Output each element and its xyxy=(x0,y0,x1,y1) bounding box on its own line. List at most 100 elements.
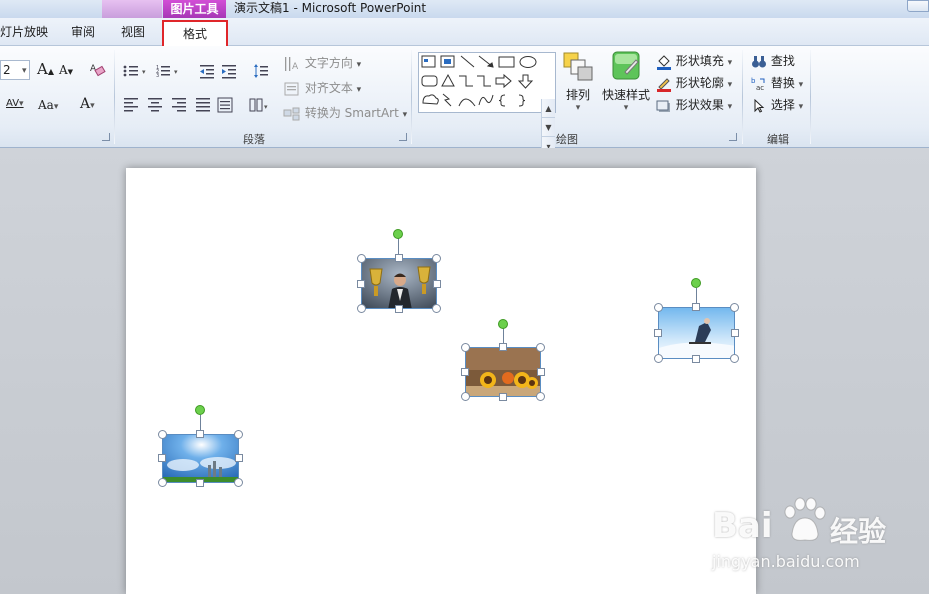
quick-styles-button[interactable]: 快速样式 ▾ xyxy=(600,50,652,118)
watermark-url: jingyan.baidu.com xyxy=(712,552,860,571)
resize-handle[interactable] xyxy=(158,478,167,487)
resize-handle[interactable] xyxy=(654,329,662,337)
picture-sunflowers[interactable] xyxy=(465,347,541,397)
text-direction-button[interactable]: A 文字方向 ▾ xyxy=(283,54,361,72)
paragraph-dialog-launcher-icon[interactable] xyxy=(399,133,407,141)
font-dialog-launcher-icon[interactable] xyxy=(102,133,110,141)
picture-trophy[interactable] xyxy=(361,258,437,309)
shrink-font-button[interactable]: A▼ xyxy=(59,63,73,77)
resize-handle[interactable] xyxy=(395,254,403,262)
resize-handle[interactable] xyxy=(536,392,545,401)
resize-handle[interactable] xyxy=(692,355,700,363)
convert-smartart-button[interactable]: 转换为 SmartArt ▾ xyxy=(283,104,407,122)
resize-handle[interactable] xyxy=(730,354,739,363)
ribbon: 2 ▾ A▲ A▼ A AV▾ Aa▾ A▾ ▾ 1 2 3 ▾ ▾ A 文字方… xyxy=(0,46,929,158)
char-spacing-button[interactable]: AV▾ xyxy=(6,98,24,109)
arrange-label: 排列 xyxy=(565,88,590,102)
resize-handle[interactable] xyxy=(731,329,739,337)
tab-view[interactable]: 视图 xyxy=(121,18,151,46)
replace-button[interactable]: b ac 替换 ▾ xyxy=(751,74,803,91)
elbow-connector-icon xyxy=(459,75,473,87)
cloud-icon xyxy=(422,94,439,105)
resize-handle[interactable] xyxy=(395,305,403,313)
tab-format[interactable]: 格式 xyxy=(162,20,228,48)
resize-handle[interactable] xyxy=(537,368,545,376)
chevron-down-icon: ▾ xyxy=(402,110,408,120)
resize-handle[interactable] xyxy=(234,478,243,487)
gallery-scroll-up-icon[interactable]: ▲ xyxy=(542,99,555,118)
grow-font-glyph: A xyxy=(37,60,48,78)
align-left-icon xyxy=(124,98,138,112)
resize-handle[interactable] xyxy=(432,304,441,313)
resize-handle[interactable] xyxy=(461,392,470,401)
resize-handle[interactable] xyxy=(357,280,365,288)
picture-sunflowers-image xyxy=(466,348,540,396)
clear-format-icon: A xyxy=(90,64,106,77)
binoculars-icon xyxy=(752,55,766,67)
chevron-down-icon[interactable]: ▾ xyxy=(22,66,27,76)
picture-sky-image xyxy=(163,435,238,482)
resize-handle[interactable] xyxy=(432,254,441,263)
chevron-down-icon: ▾ xyxy=(53,102,59,112)
rectangle-icon xyxy=(498,56,515,68)
align-center-icon xyxy=(148,98,162,112)
right-brace-icon xyxy=(518,94,526,107)
tab-slideshow[interactable]: 灯片放映 xyxy=(0,18,50,46)
shapes-gallery[interactable] xyxy=(418,52,556,113)
rotation-handle[interactable] xyxy=(195,405,205,415)
window-control-button[interactable] xyxy=(907,0,929,12)
resize-handle[interactable] xyxy=(499,343,507,351)
rotation-handle[interactable] xyxy=(691,278,701,288)
select-button[interactable]: 选择 ▾ xyxy=(751,96,803,113)
resize-handle[interactable] xyxy=(692,303,700,311)
find-button[interactable]: 查找 xyxy=(751,52,795,69)
resize-handle[interactable] xyxy=(357,254,366,263)
resize-handle[interactable] xyxy=(730,303,739,312)
picture-snow-image xyxy=(659,308,734,358)
shape-outline-button[interactable]: 形状轮廓 ▾ xyxy=(656,74,732,92)
curve-icon xyxy=(478,94,494,106)
slide-canvas[interactable] xyxy=(126,168,756,594)
resize-handle[interactable] xyxy=(536,343,545,352)
chevron-down-icon: ▾ xyxy=(90,101,95,111)
resize-handle[interactable] xyxy=(234,430,243,439)
font-color-button[interactable]: A▾ xyxy=(80,96,95,112)
resize-handle[interactable] xyxy=(357,304,366,313)
resize-handle[interactable] xyxy=(235,454,243,462)
resize-handle[interactable] xyxy=(158,430,167,439)
rotation-handle[interactable] xyxy=(498,319,508,329)
numbering-icon: 1 2 3 ▾ xyxy=(156,65,178,79)
font-size-value: 2 xyxy=(3,63,11,77)
align-text-button[interactable]: 对齐文本 ▾ xyxy=(283,79,361,97)
group-label-editing: 编辑 xyxy=(767,133,789,146)
rotation-handle[interactable] xyxy=(393,229,403,239)
resize-handle[interactable] xyxy=(499,393,507,401)
grow-font-button[interactable]: A▲ xyxy=(37,60,54,78)
quick-styles-label: 快速样式 xyxy=(601,88,650,102)
shape-effects-icon xyxy=(656,100,670,112)
picture-sky[interactable] xyxy=(162,434,239,483)
change-case-button[interactable]: Aa▾ xyxy=(38,98,58,112)
shape-fill-button[interactable]: 形状填充 ▾ xyxy=(656,52,732,70)
drawing-dialog-launcher-icon[interactable] xyxy=(729,133,737,141)
resize-handle[interactable] xyxy=(461,368,469,376)
resize-handle[interactable] xyxy=(461,343,470,352)
arrange-button[interactable]: 排列 ▾ xyxy=(560,50,596,118)
svg-text:▾: ▾ xyxy=(174,68,178,76)
chevron-down-icon: ▾ xyxy=(727,80,733,90)
quick-styles-icon xyxy=(612,51,640,80)
resize-handle[interactable] xyxy=(158,454,166,462)
picture-snow[interactable] xyxy=(658,307,735,359)
resize-handle[interactable] xyxy=(196,479,204,487)
resize-handle[interactable] xyxy=(654,354,663,363)
group-separator xyxy=(114,50,115,144)
change-case-glyph: Aa xyxy=(38,98,54,112)
shape-effects-button[interactable]: 形状效果 ▾ xyxy=(656,96,732,114)
resize-handle[interactable] xyxy=(654,303,663,312)
clear-format-button[interactable]: A xyxy=(88,60,106,78)
cursor-arrow-icon xyxy=(754,98,765,113)
resize-handle[interactable] xyxy=(196,430,204,438)
resize-handle[interactable] xyxy=(433,280,441,288)
tab-review[interactable]: 审阅 xyxy=(71,18,101,46)
watermark-brand-cn: 经验 xyxy=(830,515,887,548)
